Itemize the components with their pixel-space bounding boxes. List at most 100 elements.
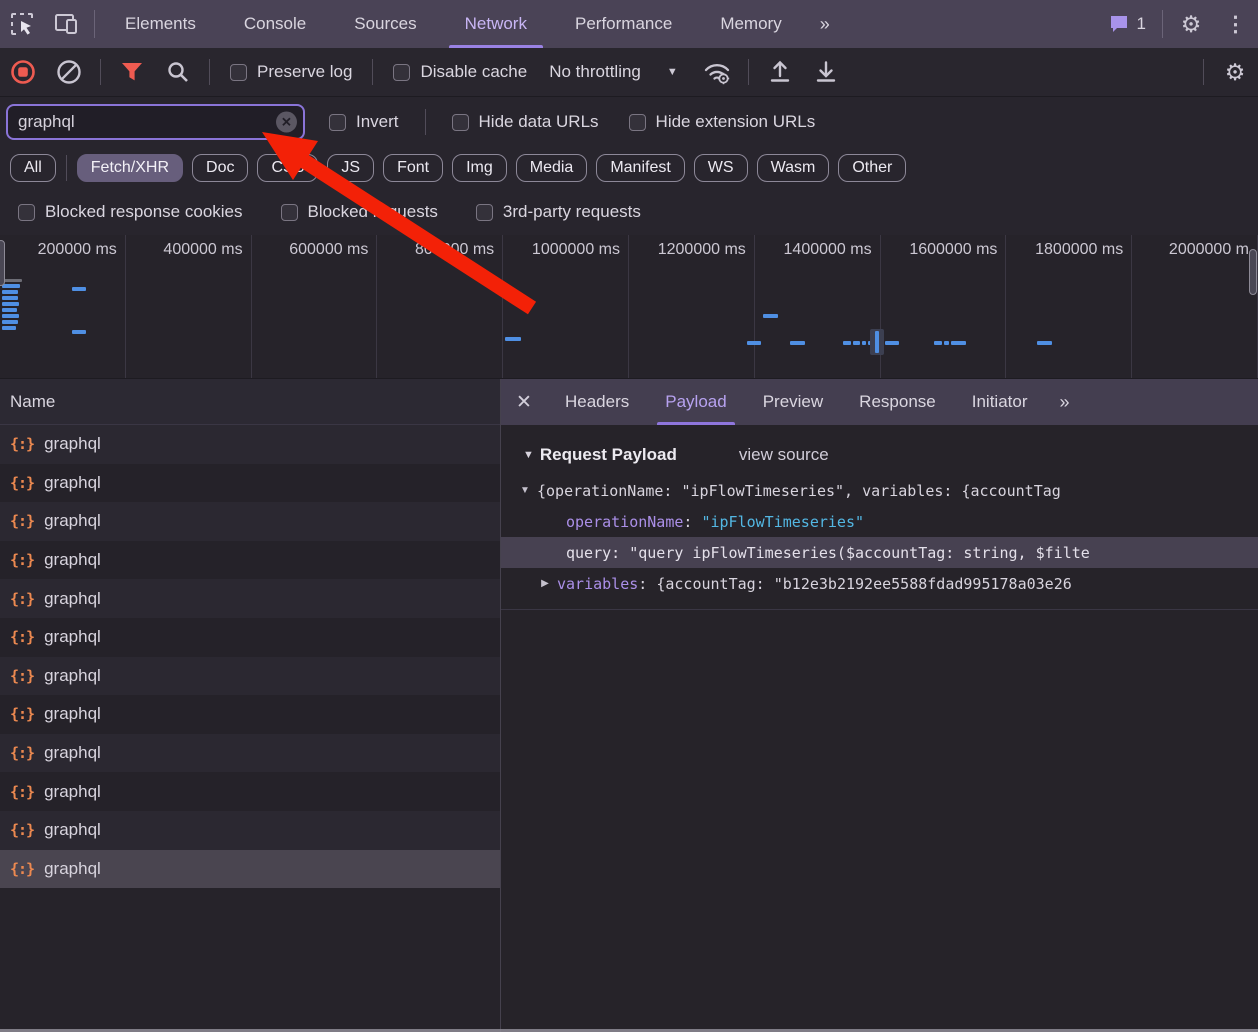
- payload-panel: ▼ Request Payload view source ▼{operatio…: [501, 425, 1258, 1032]
- invert-checkbox[interactable]: [329, 114, 346, 131]
- clear-network-log-button[interactable]: [46, 52, 92, 92]
- close-details-button[interactable]: ✕: [501, 379, 547, 425]
- payload-tree-row[interactable]: ▼{operationName: "ipFlowTimeseries", var…: [501, 475, 1258, 506]
- tab-performance[interactable]: Performance: [551, 0, 696, 48]
- preserve-log-checkbox[interactable]: [230, 64, 247, 81]
- blocked-requests-checkbox[interactable]: [281, 204, 298, 221]
- request-name: graphql: [44, 666, 101, 686]
- json-text: :: [638, 575, 656, 593]
- filter-option: Blocked response cookies: [18, 202, 243, 222]
- details-tab-preview[interactable]: Preview: [745, 379, 841, 425]
- clear-filter-button[interactable]: ✕: [276, 112, 297, 133]
- payload-tree-row[interactable]: ▶variables: {accountTag: "b12e3b2192ee55…: [501, 568, 1258, 599]
- hide-data-urls-checkbox[interactable]: [452, 114, 469, 131]
- fetch-xhr-icon: {:}: [10, 474, 34, 492]
- timeline-tick-label: 600000 ms: [289, 241, 368, 259]
- payload-tree-row[interactable]: query: "query ipFlowTimeseries($accountT…: [501, 537, 1258, 568]
- tab-sources[interactable]: Sources: [330, 0, 440, 48]
- timeline-column: 1400000 ms: [755, 235, 881, 379]
- tab-elements[interactable]: Elements: [101, 0, 220, 48]
- chip-doc[interactable]: Doc: [192, 154, 248, 182]
- overview-right-handle[interactable]: [1249, 249, 1257, 295]
- chip-manifest[interactable]: Manifest: [596, 154, 684, 182]
- chip-font[interactable]: Font: [383, 154, 443, 182]
- settings-button[interactable]: ⚙: [1169, 4, 1213, 44]
- tab-network[interactable]: Network: [441, 0, 551, 48]
- request-name: graphql: [44, 704, 101, 724]
- disable-cache-label[interactable]: Disable cache: [420, 62, 527, 82]
- chip-css[interactable]: CSS: [257, 154, 318, 182]
- payload-tree-row[interactable]: operationName: "ipFlowTimeseries": [501, 506, 1258, 537]
- filter-option-label[interactable]: 3rd-party requests: [503, 202, 641, 222]
- chip-wasm[interactable]: Wasm: [757, 154, 830, 182]
- network-conditions-button[interactable]: [694, 52, 740, 92]
- export-har-button[interactable]: [803, 52, 849, 92]
- request-row[interactable]: {:}graphql: [0, 502, 500, 541]
- request-row[interactable]: {:}graphql: [0, 772, 500, 811]
- devtools-menu-button[interactable]: ⋮: [1213, 12, 1258, 37]
- filter-toggle-button[interactable]: [109, 52, 155, 92]
- timeline-column: 1000000 ms: [503, 235, 629, 379]
- request-waterfall-bar: [2, 290, 18, 294]
- request-row[interactable]: {:}graphql: [0, 811, 500, 850]
- request-name: graphql: [44, 434, 101, 454]
- filter-option-label[interactable]: Blocked requests: [308, 202, 438, 222]
- message-bubble-icon: [1108, 13, 1130, 35]
- request-row[interactable]: {:}graphql: [0, 541, 500, 580]
- inspect-element-button[interactable]: [0, 4, 44, 44]
- request-waterfall-bar: [2, 308, 17, 312]
- tree-disclosure-icon[interactable]: ▼: [518, 485, 532, 496]
- overview-left-handle[interactable]: [0, 240, 5, 286]
- details-tab-payload[interactable]: Payload: [647, 379, 744, 425]
- name-column-header[interactable]: Name: [0, 379, 500, 425]
- details-tab-initiator[interactable]: Initiator: [954, 379, 1046, 425]
- record-network-log-button[interactable]: [0, 52, 46, 92]
- view-source-link[interactable]: view source: [739, 445, 829, 465]
- request-row[interactable]: {:}graphql: [0, 425, 500, 464]
- request-row[interactable]: {:}graphql: [0, 850, 500, 889]
- chip-ws[interactable]: WS: [694, 154, 748, 182]
- more-details-tabs-icon[interactable]: »: [1045, 392, 1081, 413]
- hide-data-urls-label[interactable]: Hide data URLs: [479, 112, 599, 132]
- network-overview-timeline[interactable]: 200000 ms400000 ms600000 ms800000 ms1000…: [0, 235, 1258, 379]
- chip-other[interactable]: Other: [838, 154, 906, 182]
- request-name: graphql: [44, 511, 101, 531]
- request-row[interactable]: {:}graphql: [0, 657, 500, 696]
- chip-all[interactable]: All: [10, 154, 56, 182]
- device-toolbar-button[interactable]: [44, 4, 88, 44]
- tab-memory[interactable]: Memory: [696, 0, 805, 48]
- tree-disclosure-icon[interactable]: ▶: [538, 578, 552, 589]
- more-panels-icon[interactable]: »: [806, 14, 842, 35]
- import-har-button[interactable]: [757, 52, 803, 92]
- invert-label[interactable]: Invert: [356, 112, 399, 132]
- request-row[interactable]: {:}graphql: [0, 618, 500, 657]
- issues-button[interactable]: 1: [1098, 13, 1156, 35]
- collapse-triangle-icon[interactable]: ▼: [523, 449, 534, 461]
- request-name: graphql: [44, 473, 101, 493]
- request-row[interactable]: {:}graphql: [0, 695, 500, 734]
- 3rd-party-requests-checkbox[interactable]: [476, 204, 493, 221]
- filter-input[interactable]: [8, 112, 303, 132]
- request-waterfall-bar: [951, 341, 966, 345]
- throttling-select[interactable]: No throttling ▼: [549, 62, 678, 82]
- tab-console[interactable]: Console: [220, 0, 330, 48]
- details-tab-response[interactable]: Response: [841, 379, 954, 425]
- search-button[interactable]: [155, 52, 201, 92]
- hide-extension-urls-checkbox[interactable]: [629, 114, 646, 131]
- chip-fetch-xhr[interactable]: Fetch/XHR: [77, 154, 183, 182]
- chip-img[interactable]: Img: [452, 154, 507, 182]
- filter-option-label[interactable]: Blocked response cookies: [45, 202, 243, 222]
- toolbar-divider: [1162, 10, 1163, 38]
- request-row[interactable]: {:} graphql: [0, 464, 500, 503]
- network-settings-button[interactable]: ⚙: [1212, 52, 1258, 92]
- disable-cache-checkbox[interactable]: [393, 64, 410, 81]
- chip-js[interactable]: JS: [327, 154, 374, 182]
- request-row[interactable]: {:}graphql: [0, 579, 500, 618]
- request-row[interactable]: {:}graphql: [0, 734, 500, 773]
- preserve-log-label[interactable]: Preserve log: [257, 62, 352, 82]
- details-tab-headers[interactable]: Headers: [547, 379, 647, 425]
- chip-media[interactable]: Media: [516, 154, 588, 182]
- json-key: operationName: [566, 513, 683, 531]
- blocked-response-cookies-checkbox[interactable]: [18, 204, 35, 221]
- hide-extension-urls-label[interactable]: Hide extension URLs: [656, 112, 816, 132]
